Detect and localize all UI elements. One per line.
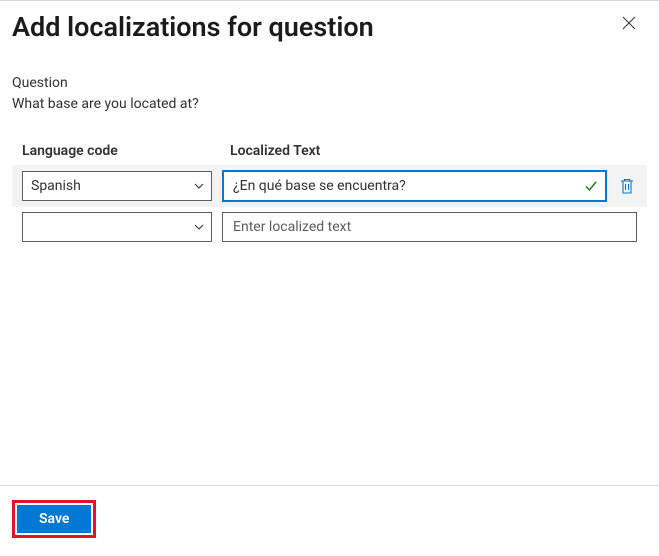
checkmark-icon [583,178,599,194]
trash-icon [619,177,635,195]
chevron-down-icon [193,221,205,233]
language-select[interactable] [22,212,212,242]
panel-title: Add localizations for question [12,11,374,43]
language-select-value: Spanish [31,178,81,194]
close-button[interactable] [617,11,641,35]
question-text: What base are you located at? [12,94,647,115]
localized-text-input[interactable] [222,170,607,202]
localized-text-input[interactable] [222,212,637,242]
column-header-localized: Localized Text [230,143,647,159]
column-header-language: Language code [22,143,212,159]
language-select[interactable]: Spanish [22,171,212,201]
save-button[interactable]: Save [17,505,91,533]
question-label: Question [12,73,647,94]
localized-text-field[interactable] [231,177,575,195]
localization-row [12,207,647,247]
chevron-down-icon [193,180,205,192]
save-highlight: Save [12,500,96,538]
localized-text-field[interactable] [231,218,628,236]
delete-row-button[interactable] [617,175,637,197]
close-icon [621,15,637,31]
localization-row: Spanish [12,165,647,207]
